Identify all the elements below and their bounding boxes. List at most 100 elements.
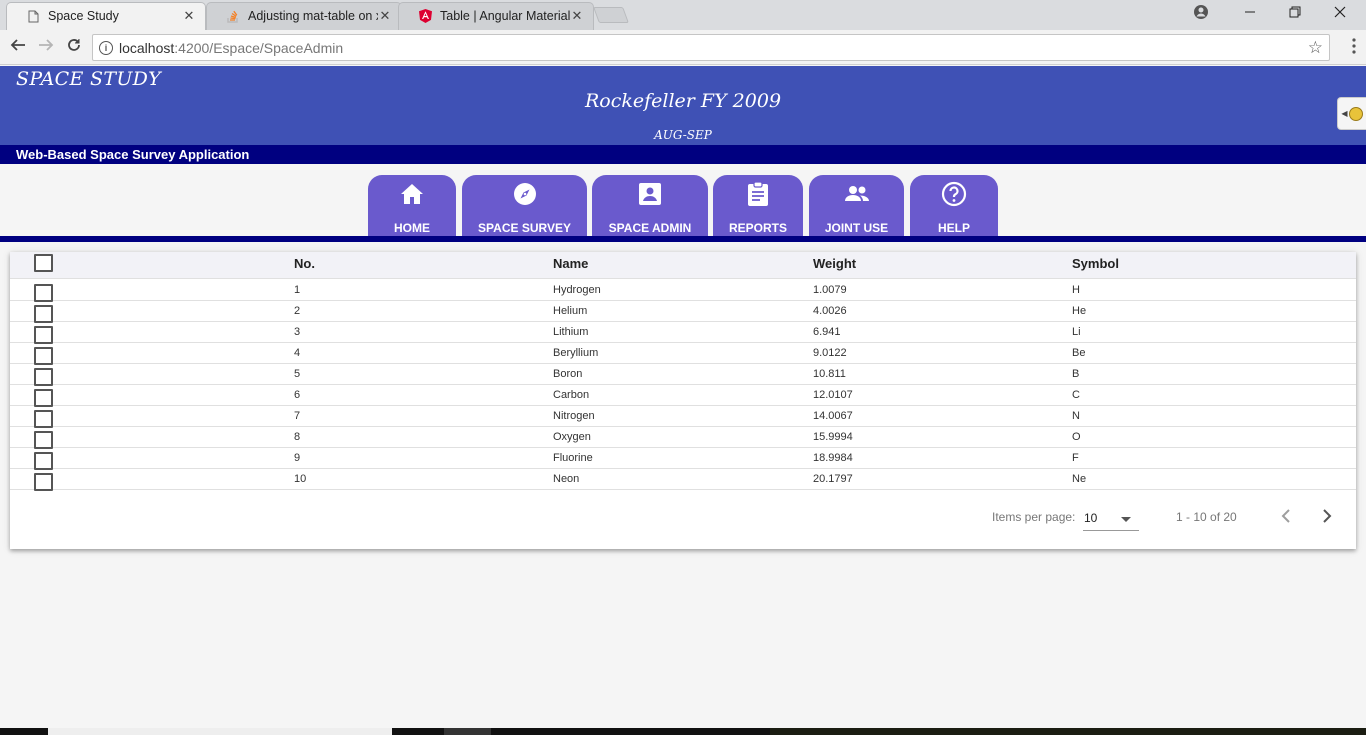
cell-weight: 20.1797	[813, 473, 853, 485]
nav-label: JOINT USE	[824, 221, 889, 235]
close-tab-icon[interactable]: ✕	[570, 8, 584, 24]
cell-weight: 1.0079	[813, 284, 847, 296]
browser-tab-adjusting-mat-table[interactable]: Adjusting mat-table on x ✕	[206, 2, 402, 30]
cell-weight: 15.9994	[813, 431, 853, 443]
nav-label: REPORTS	[728, 221, 787, 235]
nav-joint-use[interactable]: JOINT USE	[809, 175, 904, 237]
nav-space-admin[interactable]: SPACE ADMIN	[592, 175, 708, 237]
cell-name: Oxygen	[553, 431, 591, 443]
cell-symbol: B	[1072, 368, 1080, 380]
table-row[interactable]: 1 Hydrogen 1.0079 H	[10, 280, 1356, 302]
row-checkbox[interactable]	[34, 326, 53, 344]
side-panel-toggle[interactable]: ◀	[1337, 97, 1366, 130]
row-checkbox[interactable]	[34, 368, 53, 386]
cell-symbol: Ne	[1072, 473, 1087, 485]
cell-name: Fluorine	[553, 452, 593, 464]
caret-left-icon: ◀	[1341, 109, 1348, 118]
back-icon[interactable]	[8, 37, 28, 57]
nav-divider	[0, 236, 1366, 242]
home-icon	[399, 181, 425, 207]
browser-tab-angular-material[interactable]: Table | Angular Material ✕	[398, 2, 594, 30]
table-row[interactable]: 10 Neon 20.1797 Ne	[10, 469, 1356, 491]
os-taskbar	[0, 728, 1366, 735]
previous-page-button[interactable]	[1276, 508, 1296, 528]
column-header-symbol[interactable]: Symbol	[1072, 256, 1119, 271]
tab-title: Table | Angular Material	[440, 9, 570, 23]
url-host: localhost	[119, 39, 175, 56]
cell-name: Nitrogen	[553, 410, 595, 422]
cell-symbol: Be	[1072, 347, 1086, 359]
select-all-checkbox[interactable]	[34, 254, 53, 272]
angular-icon	[418, 9, 432, 23]
avatar-badge-icon	[1348, 106, 1363, 121]
cell-no: 10	[294, 473, 307, 485]
tab-title: Adjusting mat-table on x	[248, 9, 378, 23]
next-page-button[interactable]	[1317, 508, 1337, 528]
nav-home[interactable]: HOME	[368, 175, 456, 237]
reload-icon[interactable]	[64, 37, 84, 57]
row-checkbox[interactable]	[34, 284, 53, 302]
nav-label: HELP	[937, 221, 970, 235]
row-checkbox[interactable]	[34, 431, 53, 449]
address-bar[interactable]: i localhost:4200/Espace/SpaceAdmin ☆	[92, 34, 1330, 61]
profile-icon[interactable]	[1193, 4, 1209, 23]
tab-title: Space Study	[48, 9, 119, 23]
table-row[interactable]: 5 Boron 10.811 B	[10, 364, 1356, 386]
cell-name: Beryllium	[553, 347, 599, 359]
row-checkbox[interactable]	[34, 452, 53, 470]
row-checkbox[interactable]	[34, 389, 53, 407]
cell-no: 2	[294, 305, 301, 317]
column-header-name[interactable]: Name	[553, 256, 588, 271]
nav-reports[interactable]: REPORTS	[713, 175, 803, 237]
close-tab-icon[interactable]: ✕	[182, 8, 196, 24]
cell-weight: 12.0107	[813, 389, 853, 401]
column-header-no[interactable]: No.	[294, 256, 315, 271]
table-row[interactable]: 6 Carbon 12.0107 C	[10, 385, 1356, 407]
close-window-icon[interactable]	[1334, 5, 1346, 21]
app-title: SPACE STUDY	[16, 68, 162, 90]
compass-icon	[512, 181, 538, 207]
table-row[interactable]: 7 Nitrogen 14.0067 N	[10, 406, 1356, 428]
table-row[interactable]: 3 Lithium 6.941 Li	[10, 322, 1356, 344]
bookmark-star-icon[interactable]: ☆	[1308, 38, 1323, 58]
row-checkbox[interactable]	[34, 347, 53, 365]
cell-no: 9	[294, 452, 301, 464]
help-circle-icon	[941, 181, 967, 207]
new-tab-button[interactable]	[593, 7, 629, 23]
cell-no: 4	[294, 347, 301, 359]
column-header-weight[interactable]: Weight	[813, 256, 856, 271]
table-row[interactable]: 9 Fluorine 18.9984 F	[10, 448, 1356, 470]
browser-tab-space-study[interactable]: Space Study ✕	[6, 2, 206, 30]
page-size-select[interactable]: 10	[1083, 506, 1139, 531]
main-nav: HOME SPACE SURVEY SPACE ADMIN REPORTS JO…	[0, 164, 1366, 237]
dropdown-caret-icon	[1121, 517, 1131, 522]
cell-no: 1	[294, 284, 301, 296]
table-row[interactable]: 8 Oxygen 15.9994 O	[10, 427, 1356, 449]
nav-space-survey[interactable]: SPACE SURVEY	[462, 175, 587, 237]
url-path: :4200/Espace/SpaceAdmin	[174, 39, 344, 56]
url-text: localhost:4200/Espace/SpaceAdmin	[119, 40, 343, 56]
forward-icon[interactable]	[36, 37, 56, 57]
account-box-icon	[638, 181, 662, 207]
cell-symbol: Li	[1072, 326, 1081, 338]
cell-symbol: H	[1072, 284, 1080, 296]
page-size-value: 10	[1084, 511, 1098, 525]
menu-kebab-icon[interactable]	[1352, 38, 1356, 54]
cell-name: Boron	[553, 368, 583, 380]
table-row[interactable]: 4 Beryllium 9.0122 Be	[10, 343, 1356, 365]
row-checkbox[interactable]	[34, 473, 53, 491]
cell-symbol: N	[1072, 410, 1080, 422]
cell-no: 6	[294, 389, 301, 401]
nav-help[interactable]: HELP	[910, 175, 998, 237]
minimize-icon[interactable]	[1244, 5, 1256, 21]
cell-name: Hydrogen	[553, 284, 601, 296]
restore-icon[interactable]	[1289, 5, 1301, 21]
app-header: SPACE STUDY Rockefeller FY 2009 AUG-SEP …	[0, 66, 1366, 145]
row-checkbox[interactable]	[34, 305, 53, 323]
row-checkbox[interactable]	[34, 410, 53, 428]
cell-no: 3	[294, 326, 301, 338]
table-row[interactable]: 2 Helium 4.0026 He	[10, 301, 1356, 323]
close-tab-icon[interactable]: ✕	[378, 8, 392, 24]
info-icon[interactable]: i	[99, 40, 113, 55]
cell-weight: 9.0122	[813, 347, 847, 359]
